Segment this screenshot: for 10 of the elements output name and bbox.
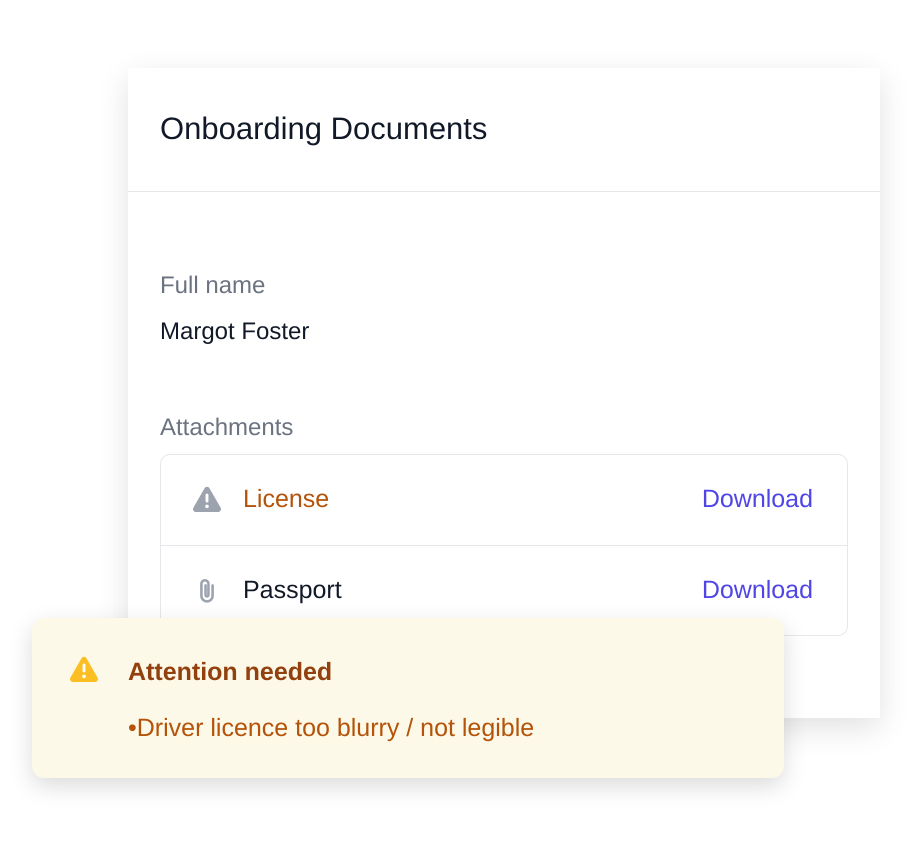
field-value: Margot Foster xyxy=(160,317,310,347)
download-link[interactable]: Download xyxy=(702,572,813,610)
download-link[interactable]: Download xyxy=(702,481,813,519)
attachment-name: License xyxy=(243,484,330,516)
card-title: Onboarding Documents xyxy=(160,110,488,148)
field-label: Full name xyxy=(160,271,266,301)
alert-message: •Driver licence too blurry / not legible xyxy=(128,713,534,744)
alert-title: Attention needed xyxy=(128,657,334,688)
attachments-label: Attachments xyxy=(160,413,294,443)
attachment-name: Passport xyxy=(243,574,342,606)
